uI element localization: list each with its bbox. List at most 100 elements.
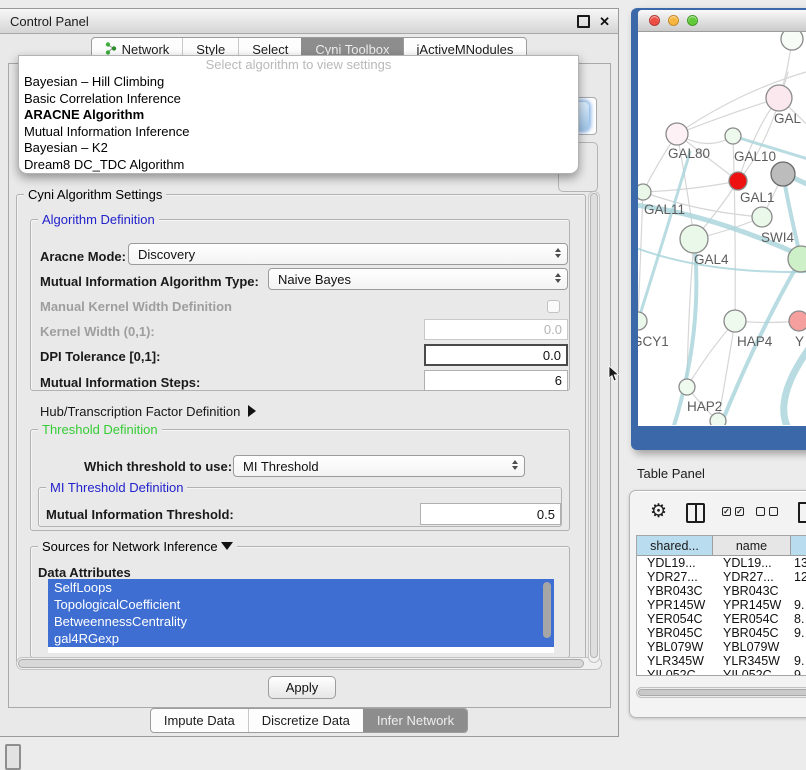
mi-algorithm-type-select[interactable]: Naive Bayes — [268, 268, 568, 290]
table-cell — [791, 640, 806, 654]
checked-checkbox-icon[interactable]: ✓ — [735, 507, 744, 516]
network-node-gal1[interactable] — [752, 207, 772, 227]
zoom-traffic-light[interactable] — [687, 15, 698, 26]
algorithm-option-bayesian-hill-climbing[interactable]: Bayesian – Hill Climbing — [19, 74, 578, 91]
node-label-gal1: GAL1 — [740, 190, 775, 205]
scrollbar-thumb[interactable] — [18, 659, 584, 668]
column-header-name[interactable]: name — [713, 536, 791, 555]
data-attributes-list[interactable]: SelfLoopsTopologicalCoefficientBetweenne… — [48, 579, 554, 653]
table-horizontal-scrollbar[interactable] — [636, 687, 806, 698]
table-cell: YBR045C — [637, 626, 713, 640]
attribute-item-betweennesscentrality[interactable]: BetweennessCentrality — [48, 613, 554, 630]
settings-vertical-scrollbar[interactable] — [588, 191, 600, 663]
combo-arrows-icon — [555, 248, 561, 258]
float-window-icon[interactable] — [577, 15, 590, 28]
table-row[interactable]: YBR043CYBR043C — [637, 584, 806, 598]
mouse-cursor — [608, 366, 620, 382]
network-node-gal10[interactable] — [725, 128, 741, 144]
column-view-icon[interactable] — [686, 503, 705, 523]
tab-infer-network[interactable]: Infer Network — [363, 709, 467, 732]
network-node-gal11[interactable] — [638, 184, 651, 200]
kernel-width-field[interactable]: 0.0 — [424, 319, 568, 340]
tab-label: Discretize Data — [262, 713, 350, 728]
network-node-gal4[interactable] — [680, 225, 708, 253]
column-header-col2[interactable] — [791, 536, 806, 555]
apply-button[interactable]: Apply — [268, 676, 336, 699]
sources-group-title[interactable]: Sources for Network Inference — [38, 539, 237, 554]
close-traffic-light[interactable] — [649, 15, 660, 26]
table-row[interactable]: YLR345WYLR345W9. — [637, 654, 806, 668]
table-row[interactable]: YIL052CYIL052C9. — [637, 668, 806, 675]
hub-definition-expander[interactable]: Hub/Transcription Factor Definition — [40, 404, 256, 419]
network-node-gal80[interactable] — [666, 123, 688, 145]
which-threshold-value: MI Threshold — [243, 459, 319, 474]
unchecked-checkbox-icon[interactable] — [769, 507, 778, 516]
network-node-hap2[interactable] — [679, 379, 695, 395]
table-toolbar: ⚙ ✓ ✓ — [630, 501, 806, 527]
desktop: { "icons": {"close": "✕", "check": "✓"},… — [0, 0, 806, 762]
network-node[interactable] — [781, 32, 803, 50]
table-row[interactable]: YER054CYER054C8. — [637, 612, 806, 626]
table-cell: YBL079W — [713, 640, 791, 654]
collapse-down-icon[interactable] — [221, 542, 233, 550]
aracne-mode-value: Discovery — [138, 247, 195, 262]
dpi-tolerance-field[interactable]: 0.0 — [424, 344, 568, 366]
table-cell: YDL19... — [713, 556, 791, 570]
network-node[interactable] — [729, 172, 747, 190]
checked-checkbox-icon[interactable]: ✓ — [722, 507, 731, 516]
control-panel-titlebar[interactable]: Control Panel ✕ — [0, 9, 618, 34]
collapsed-panel-stub[interactable] — [5, 744, 21, 770]
which-threshold-label: Which threshold to use: — [84, 459, 232, 474]
table-row[interactable]: YBR045CYBR045C9. — [637, 626, 806, 640]
attribute-item-topologicalcoefficient[interactable]: TopologicalCoefficient — [48, 596, 554, 613]
network-edge[interactable] — [672, 239, 696, 425]
mi-threshold-field[interactable]: 0.5 — [420, 503, 561, 525]
table-row[interactable]: YPR145WYPR145W9. — [637, 598, 806, 612]
gear-icon[interactable]: ⚙ — [650, 501, 667, 523]
algorithm-option-bayesian-k2[interactable]: Bayesian – K2 — [19, 140, 578, 157]
import-table-icon[interactable] — [798, 502, 806, 523]
which-threshold-select[interactable]: MI Threshold — [233, 455, 525, 477]
unchecked-checkbox-icon[interactable] — [756, 507, 765, 516]
scrollbar-thumb[interactable] — [590, 193, 598, 658]
network-node-gcy1[interactable] — [638, 312, 647, 330]
tab-impute-data[interactable]: Impute Data — [151, 709, 248, 732]
cyni-bottom-tabs: Impute Data Discretize Data Infer Network — [150, 708, 468, 733]
tab-discretize-data[interactable]: Discretize Data — [248, 709, 363, 732]
minimize-traffic-light[interactable] — [668, 15, 679, 26]
network-canvas[interactable]: GALGAL80GAL10GAL1GAL11GAL4SWI4GCY1HAP4YH… — [638, 32, 806, 425]
table-cell: YER054C — [713, 612, 791, 626]
hub-definition-label: Hub/Transcription Factor Definition — [40, 404, 240, 419]
network-edge[interactable] — [638, 192, 643, 321]
mi-steps-label: Mutual Information Steps: — [40, 375, 200, 390]
mi-algorithm-type-value: Naive Bayes — [278, 272, 351, 287]
node-label-gal80: GAL80 — [668, 146, 710, 161]
close-icon[interactable]: ✕ — [599, 15, 610, 28]
network-node[interactable] — [771, 162, 795, 186]
network-node-y[interactable] — [789, 311, 806, 331]
table-row[interactable]: YDL19...YDL19...13 — [637, 556, 806, 570]
attribute-item-gal4rgexp[interactable]: gal4RGexp — [48, 630, 554, 647]
network-edge[interactable] — [643, 181, 738, 192]
algorithm-option-mutual-information-inference[interactable]: Mutual Information Inference — [19, 124, 578, 141]
mi-steps-field[interactable]: 6 — [424, 370, 568, 391]
algorithm-option-dream8-dc-tdc-algorithm[interactable]: Dream8 DC_TDC Algorithm — [19, 157, 578, 174]
algorithm-option-aracne-algorithm[interactable]: ARACNE Algorithm — [19, 107, 578, 124]
table-cell: 12 — [791, 570, 806, 584]
algorithm-option-basic-correlation-inference[interactable]: Basic Correlation Inference — [19, 91, 578, 108]
network-node[interactable] — [710, 413, 726, 425]
network-window-titlebar[interactable] — [638, 10, 806, 32]
list-scrollbar-thumb[interactable] — [543, 582, 551, 638]
manual-kernel-width-checkbox[interactable] — [547, 300, 560, 313]
table-row[interactable]: YDR27...YDR27...12 — [637, 570, 806, 584]
scrollbar-thumb[interactable] — [638, 689, 806, 696]
settings-horizontal-scrollbar[interactable] — [16, 657, 602, 670]
column-header-shared[interactable]: shared... — [637, 536, 713, 555]
expand-right-icon[interactable] — [248, 405, 256, 417]
aracne-mode-select[interactable]: Discovery — [128, 243, 568, 265]
attribute-item-selfloops[interactable]: SelfLoops — [48, 579, 554, 596]
network-node-hap4[interactable] — [724, 310, 746, 332]
mi-threshold-label: Mutual Information Threshold: — [46, 507, 234, 522]
network-node-gal[interactable] — [766, 85, 792, 111]
table-row[interactable]: YBL079WYBL079W — [637, 640, 806, 654]
